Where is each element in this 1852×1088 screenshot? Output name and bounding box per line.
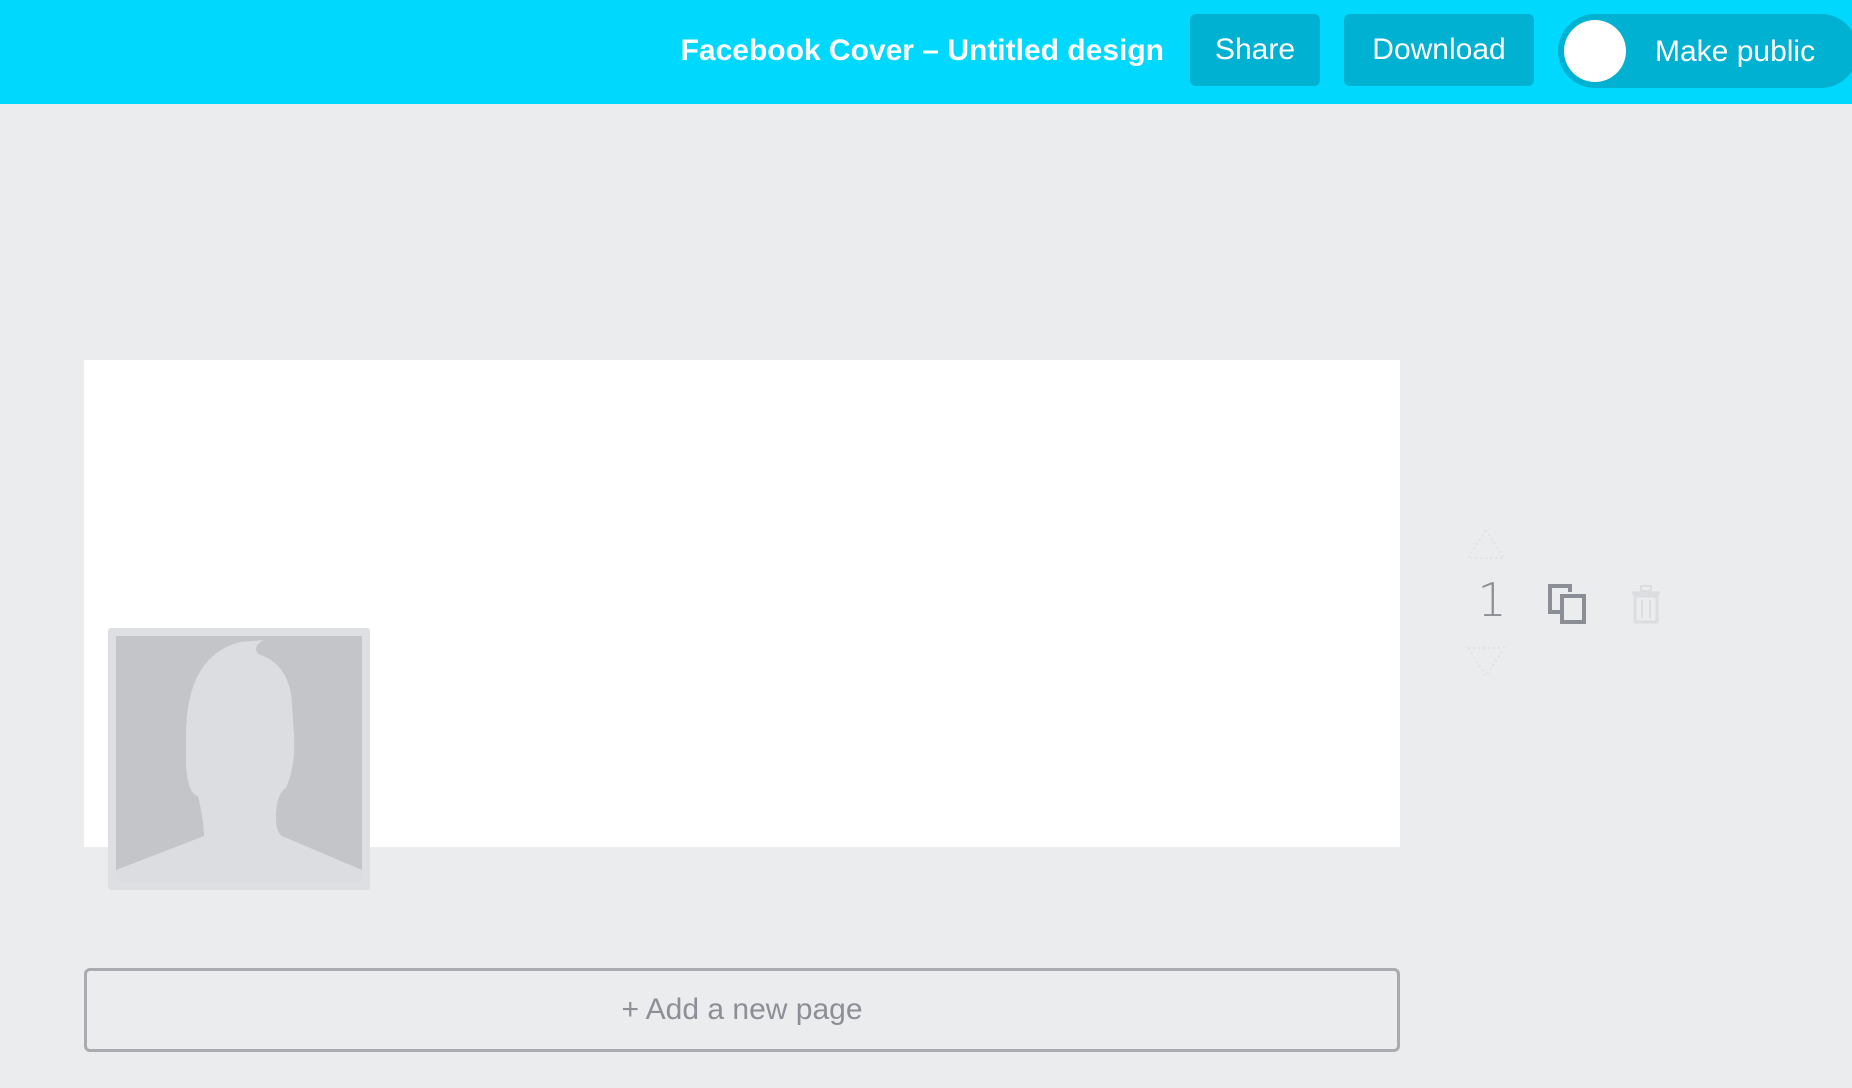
delete-page-button[interactable] [1630,584,1662,624]
copy-icon [1548,584,1586,624]
add-new-page-button[interactable]: + Add a new page [84,968,1400,1052]
download-button[interactable]: Download [1344,14,1534,86]
copy-page-button[interactable] [1546,582,1588,624]
toggle-knob[interactable] [1564,20,1626,82]
trash-icon [1632,585,1660,624]
move-page-up-button[interactable] [1466,528,1506,560]
profile-silhouette-icon [116,636,362,882]
share-button[interactable]: Share [1190,14,1320,86]
design-title[interactable]: Facebook Cover – Untitled design [681,0,1164,104]
profile-picture-placeholder [108,628,370,890]
make-public-label: Make public [1655,35,1816,68]
triangle-up-icon [1466,528,1506,559]
triangle-down-icon [1466,647,1506,678]
move-page-down-button[interactable] [1466,646,1506,678]
page-controls: 1 [1460,520,1680,690]
make-public-toggle[interactable]: Make public [1558,14,1852,88]
page-number: 1 [1477,573,1507,627]
top-bar: Facebook Cover – Untitled design Share D… [0,0,1852,104]
